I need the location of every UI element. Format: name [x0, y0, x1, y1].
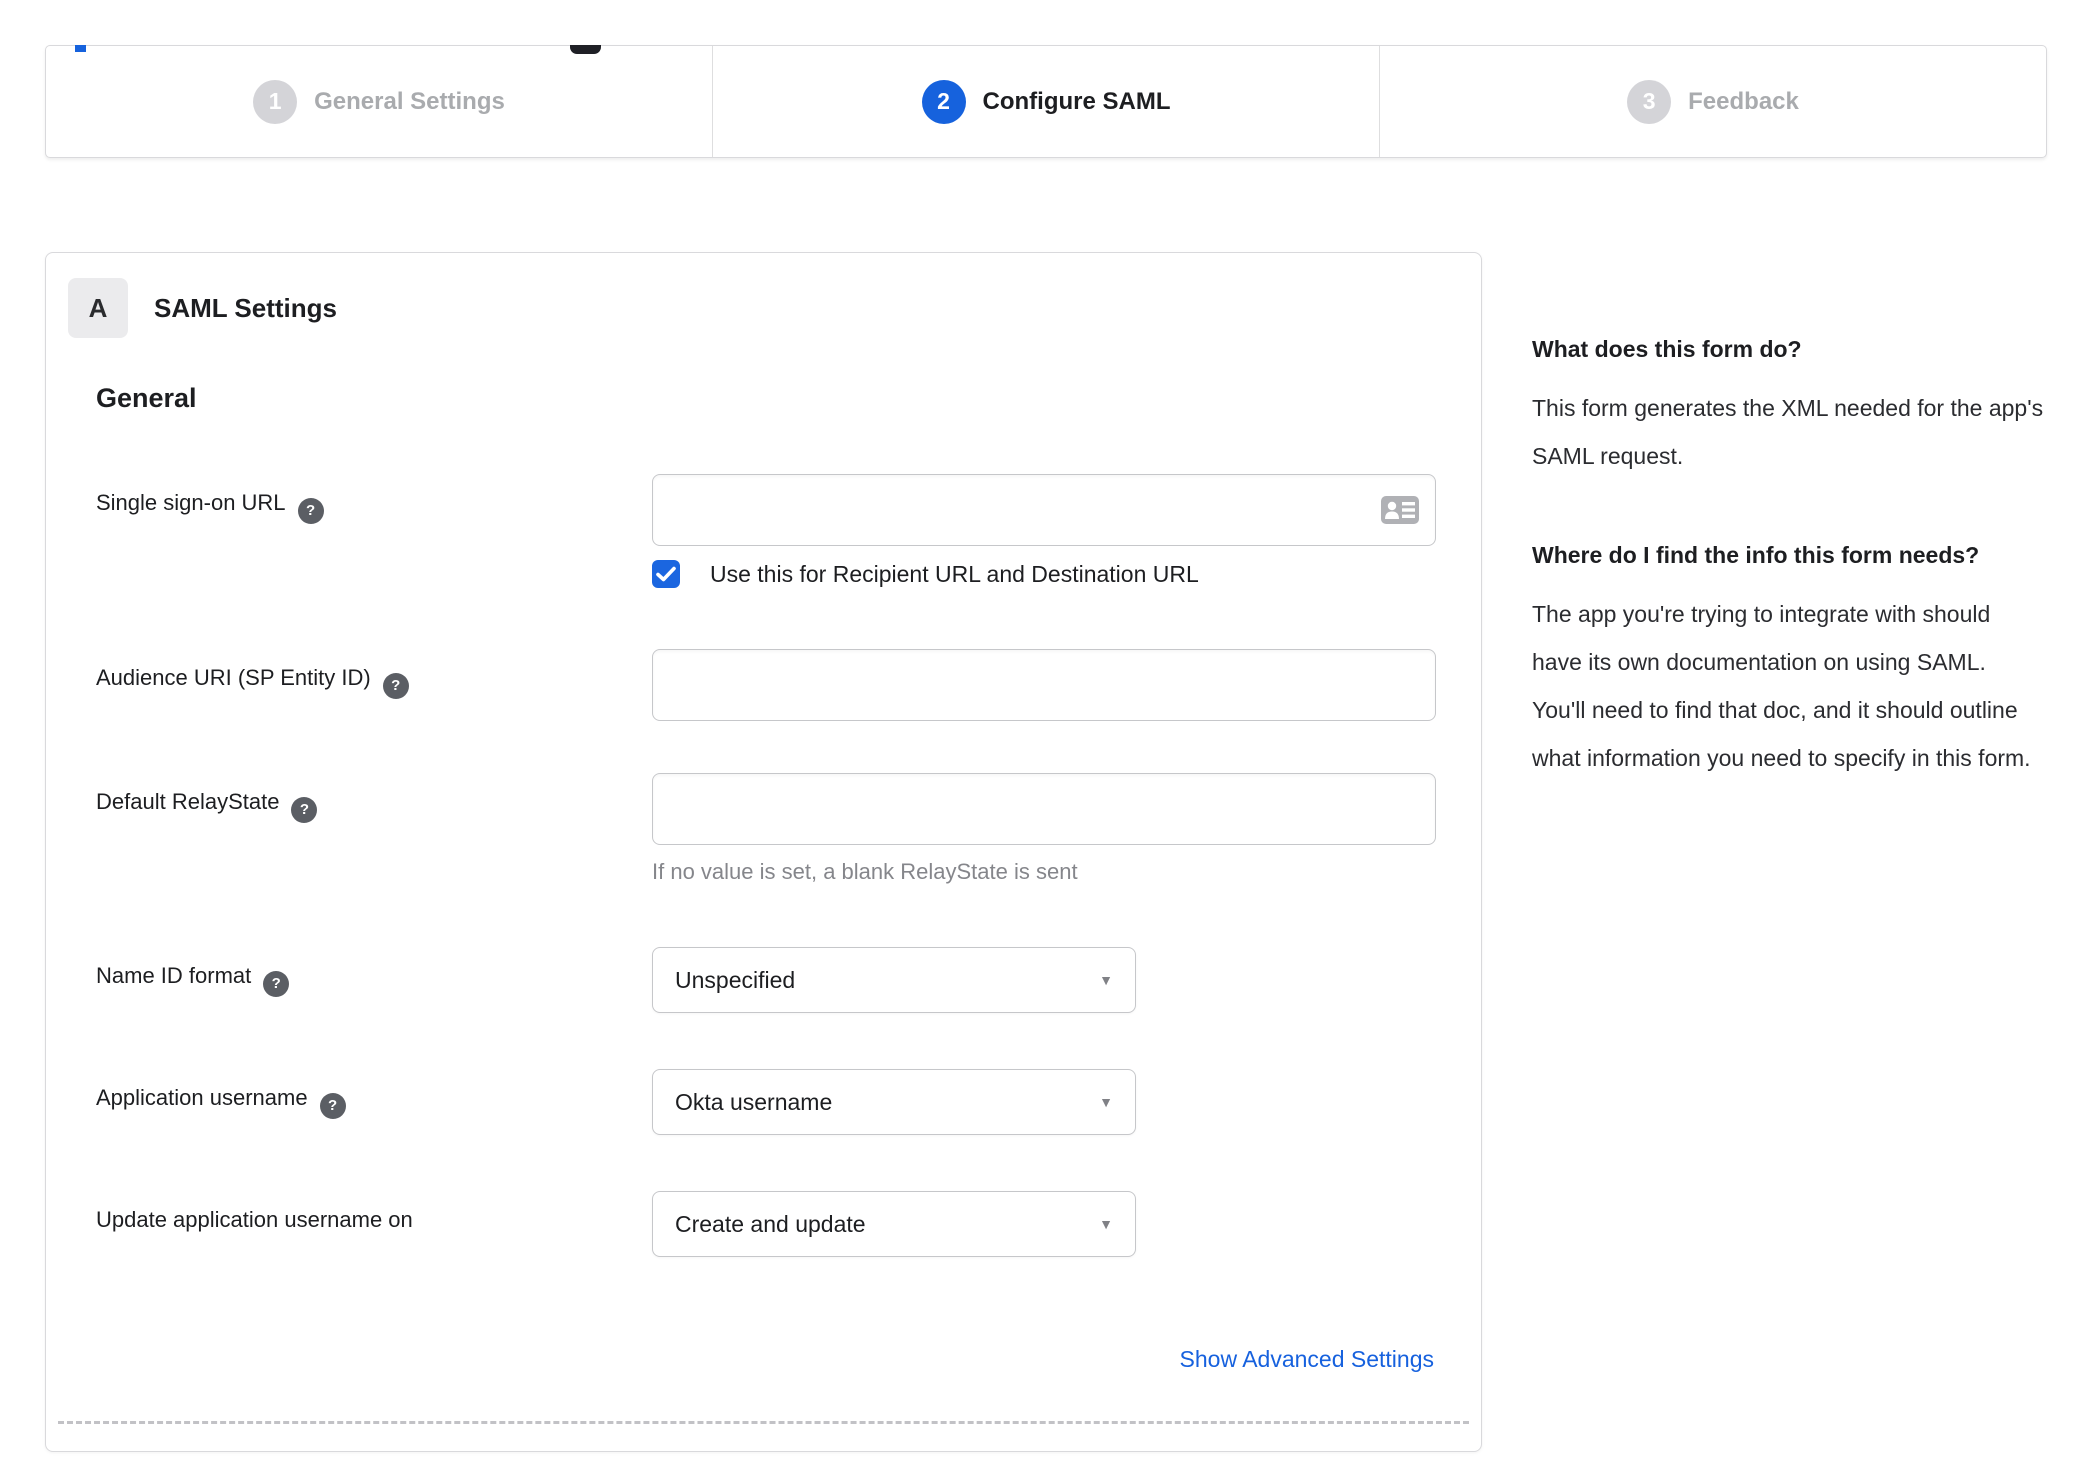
field-row-audience-uri: Audience URI (SP Entity ID)?	[96, 649, 1481, 721]
recipient-url-checkbox[interactable]	[652, 560, 680, 588]
application-username-label-text: Application username	[96, 1085, 308, 1110]
name-id-format-label: Name ID format?	[96, 947, 652, 1013]
field-row-name-id-format: Name ID format? Unspecified ▼	[96, 947, 1481, 1013]
caret-down-icon: ▼	[1099, 972, 1113, 988]
help-icon[interactable]: ?	[382, 672, 409, 699]
audience-uri-control	[652, 649, 1436, 721]
application-username-select[interactable]: Okta username ▼	[652, 1069, 1136, 1135]
default-relaystate-input[interactable]	[652, 773, 1436, 845]
sso-url-label-text: Single sign-on URL	[96, 490, 286, 515]
help-icon[interactable]: ?	[319, 1092, 346, 1119]
sso-url-label: Single sign-on URL?	[96, 474, 652, 588]
default-relaystate-control: If no value is set, a blank RelayState i…	[652, 773, 1436, 885]
contact-card-icon[interactable]	[1380, 495, 1420, 525]
checkmark-icon	[656, 566, 676, 582]
update-app-username-select[interactable]: Create and update ▼	[652, 1191, 1136, 1257]
field-row-default-relaystate: Default RelayState? If no value is set, …	[96, 773, 1481, 885]
recipient-url-checkbox-row: Use this for Recipient URL and Destinati…	[652, 560, 1436, 588]
wizard-stepper: 1 General Settings 2 Configure SAML 3 Fe…	[45, 45, 2047, 158]
step-feedback[interactable]: 3 Feedback	[1379, 46, 2046, 157]
caret-down-icon: ▼	[1099, 1216, 1113, 1232]
step-general-settings[interactable]: 1 General Settings	[46, 46, 712, 157]
cutoff-blue-tab-indicator	[75, 45, 86, 52]
name-id-format-select[interactable]: Unspecified ▼	[652, 947, 1136, 1013]
general-group-title: General	[96, 383, 197, 413]
help-body-where: The app you're trying to integrate with …	[1532, 601, 2031, 771]
field-row-application-username: Application username? Okta username ▼	[96, 1069, 1481, 1135]
help-body-what: This form generates the XML needed for t…	[1532, 395, 2044, 469]
default-relaystate-label: Default RelayState?	[96, 773, 652, 885]
recipient-url-checkbox-label: Use this for Recipient URL and Destinati…	[710, 560, 1199, 587]
help-icon[interactable]: ?	[297, 497, 324, 524]
audience-uri-label-text: Audience URI (SP Entity ID)	[96, 665, 371, 690]
name-id-format-value: Unspecified	[675, 966, 796, 993]
step-number-badge: 1	[253, 79, 298, 124]
step-label: Feedback	[1688, 87, 1799, 115]
step-label: General Settings	[314, 87, 505, 115]
step-number-badge: 2	[921, 79, 966, 124]
cutoff-dark-icon	[570, 45, 601, 54]
field-row-update-app-username: Update application username on Create an…	[96, 1191, 1481, 1257]
section-dashed-divider	[58, 1421, 1469, 1424]
update-app-username-value: Create and update	[675, 1210, 866, 1237]
default-relaystate-label-text: Default RelayState	[96, 789, 280, 814]
help-sidebar: What does this form do? This form genera…	[1532, 252, 2044, 836]
help-heading-where: Where do I find the info this form needs…	[1532, 542, 1980, 568]
section-header: A SAML Settings	[68, 278, 337, 338]
show-advanced-settings-link[interactable]: Show Advanced Settings	[1180, 1346, 1434, 1373]
audience-uri-input[interactable]	[652, 649, 1436, 721]
section-a-badge: A	[68, 278, 128, 338]
help-icon[interactable]: ?	[263, 970, 290, 997]
help-heading-what: What does this form do?	[1532, 336, 1802, 362]
relaystate-hint: If no value is set, a blank RelayState i…	[652, 859, 1078, 884]
application-username-label: Application username?	[96, 1069, 652, 1135]
sso-url-input[interactable]	[652, 474, 1436, 546]
saml-settings-panel: A SAML Settings General Single sign-on U…	[45, 252, 1482, 1452]
main-content: A SAML Settings General Single sign-on U…	[0, 252, 2092, 1452]
name-id-format-label-text: Name ID format	[96, 963, 252, 988]
audience-uri-label: Audience URI (SP Entity ID)?	[96, 649, 652, 721]
sso-url-control: Use this for Recipient URL and Destinati…	[652, 474, 1436, 588]
update-app-username-label-text: Update application username on	[96, 1207, 413, 1232]
step-number-badge: 3	[1627, 79, 1672, 124]
field-row-sso-url: Single sign-on URL? Use this for Recipie…	[96, 474, 1481, 588]
caret-down-icon: ▼	[1099, 1094, 1113, 1110]
section-title: SAML Settings	[154, 292, 337, 323]
step-label: Configure SAML	[982, 87, 1171, 115]
step-configure-saml[interactable]: 2 Configure SAML	[712, 46, 1379, 157]
help-icon[interactable]: ?	[291, 796, 318, 823]
update-app-username-label: Update application username on	[96, 1191, 652, 1257]
application-username-value: Okta username	[675, 1088, 833, 1115]
